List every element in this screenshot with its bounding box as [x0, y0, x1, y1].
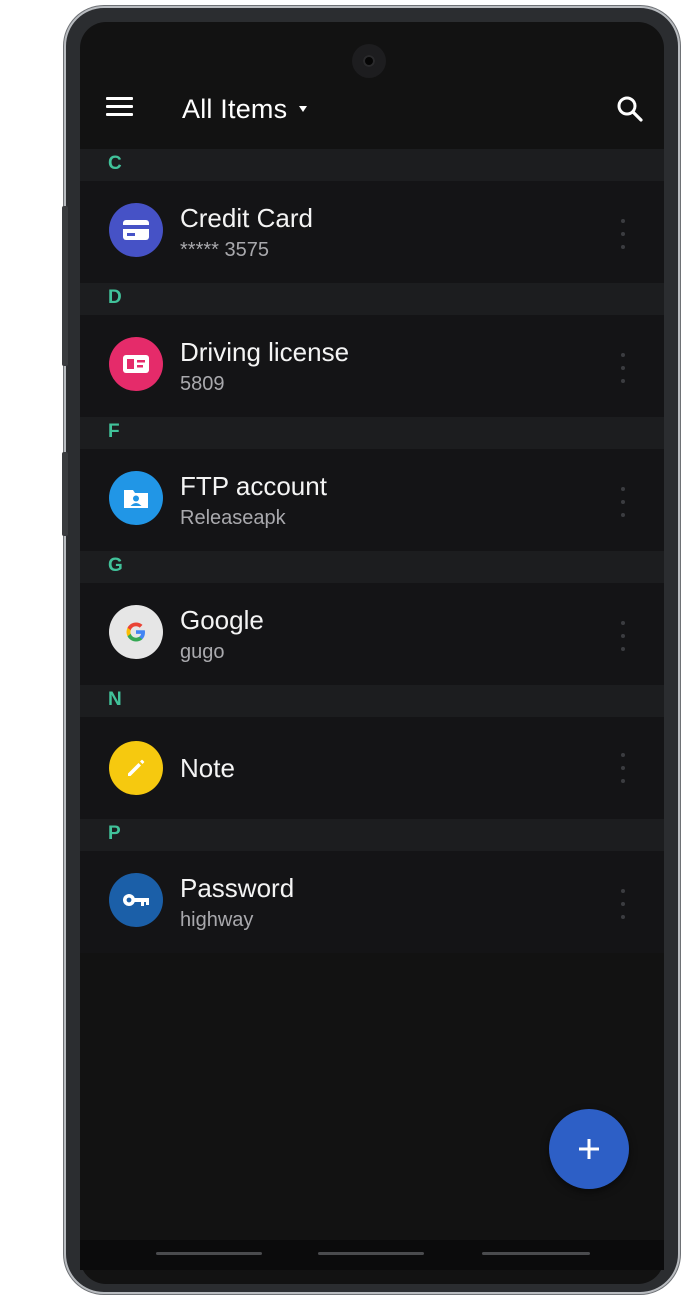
section-letter: P: [108, 823, 121, 844]
folder-account-icon: [109, 471, 163, 525]
list-item-driving-license[interactable]: Driving license 5809: [80, 315, 664, 417]
section-letter: D: [108, 287, 122, 308]
item-title: Credit Card: [180, 203, 313, 233]
section-letter: C: [108, 153, 122, 174]
item-title: Password: [180, 873, 295, 903]
page-title: All Items: [182, 93, 288, 124]
item-subtitle: 5809: [180, 373, 225, 395]
nav-recents-button[interactable]: [156, 1252, 262, 1255]
section-header: N: [80, 685, 664, 717]
item-title: Google: [180, 605, 264, 635]
item-title: Note: [180, 753, 235, 783]
item-subtitle: gugo: [180, 641, 225, 663]
item-subtitle: ***** 3575: [180, 239, 269, 261]
item-title: FTP account: [180, 471, 327, 501]
section-header: F: [80, 417, 664, 449]
more-options-icon[interactable]: [616, 621, 630, 651]
nav-home-button[interactable]: [318, 1252, 424, 1255]
id-card-icon: [109, 337, 163, 391]
more-options-icon[interactable]: [616, 753, 630, 783]
section-letter: N: [108, 689, 122, 710]
section-header: D: [80, 283, 664, 315]
list-item-ftp-account[interactable]: FTP account Releaseapk: [80, 449, 664, 551]
system-navigation-bar: [80, 1240, 664, 1270]
section-header: C: [80, 149, 664, 181]
front-camera: [352, 44, 386, 78]
section-header: P: [80, 819, 664, 851]
more-options-icon[interactable]: [616, 487, 630, 517]
list-item-note[interactable]: Note: [80, 717, 664, 819]
section-letter: G: [108, 555, 123, 576]
hamburger-menu-icon[interactable]: [106, 97, 134, 119]
item-subtitle: highway: [180, 909, 254, 931]
more-options-icon[interactable]: [616, 353, 630, 383]
nav-back-button[interactable]: [482, 1252, 590, 1255]
chevron-down-icon: [299, 106, 308, 112]
pencil-icon: [109, 741, 163, 795]
more-options-icon[interactable]: [616, 219, 630, 249]
section-header: G: [80, 551, 664, 583]
phone-side-button: [62, 452, 68, 536]
item-title: Driving license: [180, 337, 350, 367]
phone-side-button: [62, 206, 68, 366]
list-item-password[interactable]: Password highway: [80, 851, 664, 953]
item-subtitle: Releaseapk: [180, 507, 286, 529]
plus-icon: [579, 1139, 599, 1159]
list-item-google[interactable]: Google gugo: [80, 583, 664, 685]
google-logo-icon: [109, 605, 163, 659]
section-letter: F: [108, 421, 120, 442]
search-icon[interactable]: [616, 95, 644, 123]
list-item-credit-card[interactable]: Credit Card ***** 3575: [80, 181, 664, 283]
credit-card-icon: [109, 203, 163, 257]
add-item-button[interactable]: [549, 1109, 629, 1189]
key-icon: [109, 873, 163, 927]
category-dropdown[interactable]: All Items: [182, 91, 308, 127]
more-options-icon[interactable]: [616, 889, 630, 919]
